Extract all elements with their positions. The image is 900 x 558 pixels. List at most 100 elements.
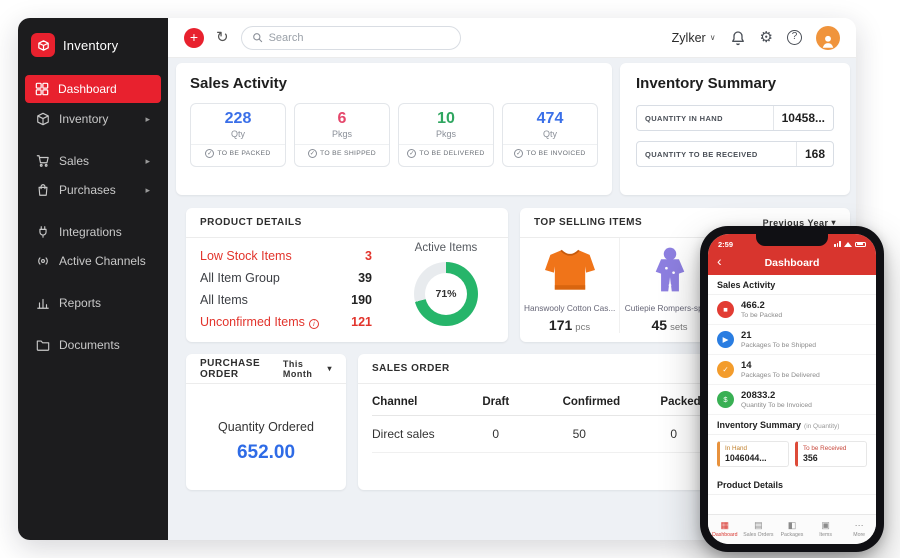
- card-status-label: TO BE DELIVERED: [419, 150, 485, 157]
- check-circle-icon: ✓: [514, 149, 524, 158]
- card-title: TOP SELLING ITEMS: [534, 217, 643, 228]
- inventory-logo-icon: [31, 33, 55, 57]
- card-to-be-shipped[interactable]: 6 Pkgs ✓ TO BE SHIPPED: [294, 103, 390, 167]
- card-status-label: TO BE PACKED: [217, 150, 271, 157]
- tab-label: Items: [819, 532, 832, 538]
- row-label: Packages To be Delivered: [741, 371, 820, 379]
- person-icon: [822, 35, 834, 48]
- phone-screen: 2:59 ‹ Dashboard Sales Activity ■ 466.2 T…: [708, 234, 876, 544]
- sidebar-item-sales[interactable]: Sales ▸: [26, 147, 160, 175]
- back-chevron-icon: ‹: [717, 253, 722, 269]
- folder-icon: [36, 340, 50, 351]
- sidebar-item-label: Active Channels: [59, 254, 146, 268]
- purchase-order-card: PURCHASE ORDER This Month ▾ Quantity Ord…: [186, 354, 346, 490]
- tab-icon: ▦: [720, 520, 730, 530]
- phone-sales-activity-title: Sales Activity: [708, 275, 876, 295]
- caret-down-icon: ▾: [327, 364, 332, 373]
- sidebar-item-purchases[interactable]: Purchases ▸: [26, 176, 160, 204]
- card-to-be-packed[interactable]: 228 Qty ✓ TO BE PACKED: [190, 103, 286, 167]
- unconfirmed-items-row[interactable]: Unconfirmed Items i 121: [200, 315, 372, 329]
- active-items-label: Active Items: [414, 242, 478, 254]
- card-status-label: TO BE INVOICED: [526, 150, 586, 157]
- phone-tab-sales-orders: ▤ Sales Orders: [742, 515, 776, 544]
- quantity-to-be-received-row: QUANTITY TO BE RECEIVED 168: [636, 141, 834, 167]
- chevron-right-icon: ▸: [145, 155, 150, 166]
- card-value: 10: [437, 110, 455, 127]
- box-value: 1046044...: [725, 452, 767, 463]
- org-switcher[interactable]: Zylker ∨: [672, 31, 716, 45]
- top-selling-item-1[interactable]: Hanswooly Cotton Cas... 171 pcs: [520, 238, 620, 333]
- tab-icon: ▣: [821, 520, 830, 530]
- wifi-icon: [844, 241, 852, 247]
- card-status: ✓ TO BE PACKED: [191, 144, 285, 158]
- app-brand-label: Inventory: [63, 37, 119, 53]
- row-label: To be Packed: [741, 311, 783, 319]
- card-status: ✓ TO BE DELIVERED: [399, 144, 493, 158]
- sidebar-item-active-channels[interactable]: Active Channels: [26, 247, 160, 275]
- help-icon[interactable]: ?: [787, 30, 802, 45]
- product-details-header: PRODUCT DETAILS: [186, 208, 508, 238]
- bag-icon: [38, 184, 48, 196]
- phone-inventory-summary-title: Inventory Summary (in Quantity): [708, 415, 876, 435]
- app-logo: Inventory: [18, 18, 168, 73]
- card-unit: Qty: [230, 129, 245, 139]
- global-search[interactable]: [240, 25, 461, 50]
- card-unit: Pkgs: [331, 129, 352, 139]
- sidebar-item-label: Dashboard: [58, 82, 117, 96]
- phone-tab-items: ▣ Items: [809, 515, 843, 544]
- check-circle-icon: ✓: [205, 149, 215, 158]
- invoiced-icon: $: [717, 390, 734, 408]
- row-label: All Items: [200, 293, 248, 307]
- card-status: ✓ TO BE INVOICED: [503, 144, 597, 158]
- sidebar-item-inventory[interactable]: Inventory ▸: [26, 105, 160, 133]
- chevron-right-icon: ▸: [145, 184, 150, 195]
- card-to-be-delivered[interactable]: 10 Pkgs ✓ TO BE DELIVERED: [398, 103, 494, 167]
- row-value: 3: [365, 249, 372, 263]
- phone-inventory-boxes: In Hand 1046044... To be Received 356: [708, 435, 876, 475]
- search-input[interactable]: [268, 31, 450, 44]
- broadcast-icon: [38, 257, 48, 265]
- cart-icon: [36, 155, 49, 167]
- sidebar-item-label: Integrations: [59, 225, 122, 239]
- settings-gear-icon[interactable]: ⚙: [760, 30, 773, 45]
- topbar: + ↻ Zylker ∨ ⚙ ?: [168, 18, 856, 58]
- all-item-group-row[interactable]: All Item Group 39: [200, 271, 372, 285]
- notifications-bell-icon[interactable]: [730, 30, 746, 46]
- row-label: Quantity To be Invoiced: [741, 401, 812, 409]
- product-image-romper: [655, 247, 684, 292]
- card-title: SALES ORDER: [372, 363, 450, 374]
- sidebar-item-reports[interactable]: Reports: [26, 289, 160, 317]
- battery-icon: [855, 241, 866, 247]
- sidebar-item-documents[interactable]: Documents: [26, 331, 160, 359]
- sidebar-item-dashboard[interactable]: Dashboard: [25, 75, 161, 103]
- chevron-down-icon: ∨: [709, 33, 716, 42]
- chevron-right-icon: ▸: [145, 113, 150, 124]
- product-name: Hanswooly Cotton Cas...: [524, 303, 615, 313]
- add-new-button[interactable]: +: [184, 27, 204, 48]
- recent-history-icon[interactable]: ↻: [216, 30, 229, 45]
- phone-tab-dashboard: ▦ Dashboard: [708, 515, 742, 544]
- box-icon: [37, 112, 49, 126]
- row-value: 466.2: [741, 300, 765, 311]
- tab-label: More: [853, 532, 866, 538]
- row-value: 190: [351, 293, 372, 307]
- active-items-block: Active Items 71%: [398, 242, 494, 326]
- info-icon[interactable]: i: [308, 319, 319, 329]
- sidebar-item-integrations[interactable]: Integrations: [26, 218, 160, 246]
- phone-row-delivered: ✓ 14 Packages To be Delivered: [708, 355, 876, 385]
- user-avatar[interactable]: [816, 25, 840, 50]
- tab-label: Dashboard: [712, 532, 738, 538]
- phone-time: 2:59: [718, 239, 734, 249]
- row-value: 10458...: [772, 106, 833, 130]
- tab-icon: ⋯: [854, 520, 864, 530]
- phone-tab-packages: ◧ Packages: [775, 515, 809, 544]
- row-value: 20833.2: [741, 389, 776, 401]
- purchase-order-filter-dropdown[interactable]: This Month ▾: [283, 359, 332, 379]
- all-items-row[interactable]: All Items 190: [200, 293, 372, 307]
- low-stock-items-row[interactable]: Low Stock Items 3: [200, 249, 372, 263]
- row-value: 39: [358, 271, 372, 285]
- product-details-rows: Low Stock Items 3 All Item Group 39 All …: [200, 249, 372, 329]
- row-label: QUANTITY TO BE RECEIVED: [645, 149, 758, 159]
- card-to-be-invoiced[interactable]: 474 Qty ✓ TO BE INVOICED: [502, 103, 598, 167]
- screenshot-canvas: Inventory Dashboard Inventory ▸ Sales ▸: [0, 0, 900, 558]
